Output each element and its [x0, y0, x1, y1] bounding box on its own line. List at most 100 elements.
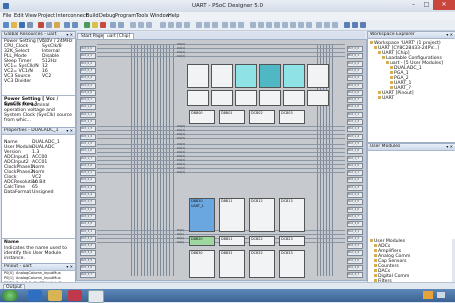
tool-icon[interactable] — [250, 22, 256, 28]
port-pin[interactable]: Port_0_3 — [347, 67, 363, 74]
tool-icon[interactable] — [316, 22, 322, 28]
cut-icon[interactable] — [38, 22, 44, 28]
port-pin[interactable]: Port_0_2 — [80, 60, 96, 67]
port-pin[interactable]: Port_2_6 — [347, 206, 363, 213]
port-pin[interactable]: Port_1_3 — [80, 126, 96, 133]
port-pin[interactable]: Port_1_2 — [80, 119, 96, 125]
media-icon[interactable] — [68, 290, 82, 301]
port-pin[interactable]: Port_1_6 — [347, 148, 363, 155]
menu-interconnect[interactable]: Interconnect — [56, 13, 88, 19]
port-pin[interactable]: Port_1_6 — [80, 148, 96, 155]
analog-block[interactable] — [259, 64, 281, 88]
menu-program[interactable]: Program — [115, 13, 136, 19]
tool-icon[interactable] — [332, 22, 338, 28]
build-icon[interactable] — [84, 22, 90, 28]
panel-controls[interactable]: ▾ ✕ — [66, 32, 73, 38]
digital-block[interactable]: DCB33 — [279, 250, 305, 278]
port-pin[interactable]: Port_0_1 — [347, 53, 363, 60]
port-pin[interactable]: Port_3_7 — [80, 272, 96, 279]
digital-block[interactable]: DBB11 — [219, 198, 245, 232]
tree-item[interactable]: UART — [368, 96, 455, 101]
analog-block[interactable] — [211, 90, 233, 106]
port-pin[interactable]: Port_0_7 — [80, 97, 96, 104]
tool-icon[interactable] — [118, 22, 124, 28]
port-pin[interactable]: Port_1_2 — [347, 119, 363, 125]
menu-window[interactable]: Window — [150, 13, 170, 19]
tool-icon[interactable] — [274, 22, 280, 28]
analog-block[interactable] — [187, 90, 209, 106]
digital-block[interactable]: DBB10 UART_1 — [189, 198, 215, 232]
undo-icon[interactable] — [64, 22, 70, 28]
digital-block[interactable]: DBB21 — [219, 236, 245, 246]
tool-icon[interactable] — [258, 22, 264, 28]
psoc-designer-icon[interactable] — [88, 290, 104, 303]
maximize-button[interactable]: □ — [420, 0, 433, 10]
port-pin[interactable]: Port_3_0 — [80, 221, 96, 228]
analog-block[interactable] — [235, 64, 257, 88]
paste-icon[interactable] — [54, 22, 60, 28]
digital-block[interactable]: DBB20 — [189, 236, 215, 246]
port-pin[interactable]: Port_0_5 — [347, 82, 363, 89]
minimize-button[interactable]: – — [407, 0, 420, 10]
port-pin[interactable]: Port_2_0 — [80, 162, 96, 169]
port-pin[interactable]: Port_0_3 — [80, 67, 96, 74]
tool-icon[interactable] — [168, 22, 174, 28]
port-pin[interactable]: Port_1_5 — [80, 140, 96, 147]
port-pin[interactable]: Port_0_4 — [80, 75, 96, 82]
panel-controls[interactable]: ▾ ✕ — [446, 32, 453, 38]
tool-icon[interactable] — [130, 22, 136, 28]
copy-icon[interactable] — [46, 22, 52, 28]
program-icon[interactable] — [100, 22, 106, 28]
port-pin[interactable]: Port_1_7 — [80, 155, 96, 162]
tool-icon[interactable] — [238, 22, 244, 28]
port-pin[interactable]: Port_3_6 — [347, 265, 363, 271]
property-value[interactable]: AnalogColumn_InputMux — [16, 276, 61, 280]
menu-edit[interactable]: Edit — [14, 13, 24, 19]
menu-file[interactable]: File — [3, 13, 11, 19]
port-pin[interactable]: Port_0_0 — [347, 46, 363, 52]
port-pin[interactable]: Port_2_6 — [80, 206, 96, 213]
port-pin[interactable]: Port_1_0 — [347, 104, 363, 111]
tool-icon[interactable] — [160, 22, 166, 28]
port-pin[interactable]: Port_0_6 — [80, 89, 96, 96]
port-pin[interactable]: Port_2_7 — [80, 213, 96, 220]
port-pin[interactable]: Port_3_3 — [80, 243, 96, 250]
menu-help[interactable]: Help — [168, 13, 179, 19]
tool-icon[interactable] — [204, 22, 210, 28]
tool-icon[interactable] — [212, 22, 218, 28]
port-pin[interactable]: Port_2_7 — [347, 213, 363, 220]
analog-block[interactable] — [211, 64, 233, 88]
port-pin[interactable]: Port_1_0 — [80, 104, 96, 111]
analog-block[interactable] — [283, 64, 305, 88]
analog-block[interactable] — [259, 90, 281, 106]
port-pin[interactable]: Port_3_2 — [347, 235, 363, 242]
digital-block[interactable]: DBB30 — [189, 250, 215, 278]
port-pin[interactable]: Port_0_6 — [347, 89, 363, 96]
port-pin[interactable]: Port_3_1 — [347, 228, 363, 235]
port-pin[interactable]: Port_3_4 — [347, 250, 363, 257]
port-pin[interactable]: Port_3_7 — [347, 272, 363, 279]
volume-icon[interactable] — [437, 292, 445, 298]
menu-debug[interactable]: Debug — [99, 13, 115, 19]
port-pin[interactable]: Port_1_4 — [80, 133, 96, 140]
port-pin[interactable]: Port_3_3 — [347, 243, 363, 250]
zoom-in-icon[interactable] — [344, 22, 350, 28]
port-pin[interactable]: Port_3_0 — [347, 221, 363, 228]
property-row[interactable]: DataFormat Unsigned — [2, 190, 75, 195]
port-pin[interactable]: Port_2_2 — [80, 177, 96, 184]
port-pin[interactable]: Port_3_6 — [80, 265, 96, 271]
tool-icon[interactable] — [138, 22, 144, 28]
port-pin[interactable]: Port_1_3 — [347, 126, 363, 133]
menu-project[interactable]: Project — [38, 13, 55, 19]
ie-icon[interactable] — [28, 290, 42, 301]
zoom-fit-icon[interactable] — [360, 22, 366, 28]
tool-icon[interactable] — [290, 22, 296, 28]
digital-block[interactable]: DCB02 — [249, 110, 275, 124]
panel-controls[interactable]: ▾ ✕ — [66, 264, 73, 270]
port-pin[interactable]: Port_2_1 — [347, 170, 363, 177]
port-pin[interactable]: Port_1_5 — [347, 140, 363, 147]
analog-block[interactable] — [307, 90, 329, 106]
digital-block[interactable]: DBB00 — [189, 110, 215, 124]
save-icon[interactable] — [19, 22, 25, 28]
port-pin[interactable]: Port_2_2 — [347, 177, 363, 184]
